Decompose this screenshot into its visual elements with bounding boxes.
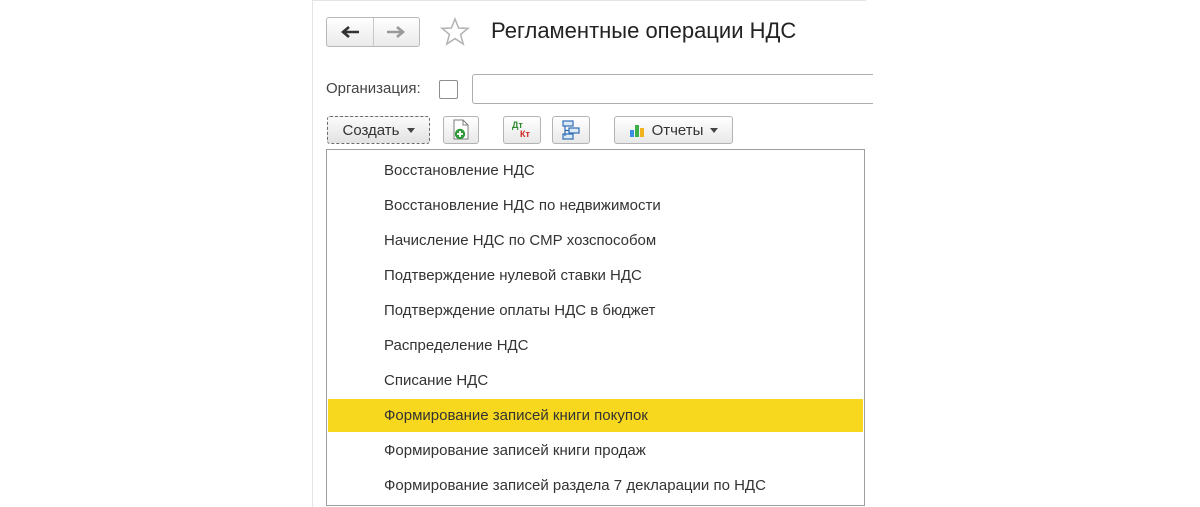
organization-label: Организация: [326, 80, 421, 97]
menu-item[interactable]: Распределение НДС [328, 329, 863, 362]
menu-item[interactable]: Восстановление НДС по недвижимости [328, 189, 863, 222]
create-document-button[interactable] [443, 116, 479, 144]
star-icon[interactable] [440, 17, 470, 47]
menu-item[interactable]: Формирование записей раздела 7 деклараци… [328, 469, 863, 502]
menu-item-highlighted[interactable]: Формирование записей книги покупок [328, 399, 863, 432]
page-title: Регламентные операции НДС [491, 18, 797, 43]
new-document-icon [453, 119, 469, 140]
bar-chart-icon [629, 125, 644, 137]
create-dropdown-menu: Восстановление НДС Восстановление НДС по… [326, 149, 865, 506]
create-button[interactable]: Создать [327, 116, 430, 144]
reports-button[interactable]: Отчеты [614, 116, 733, 144]
create-button-label: Создать [342, 121, 400, 139]
dt-kt-button[interactable]: Дт Кт [503, 116, 541, 144]
menu-item[interactable]: Восстановление НДС [328, 154, 863, 187]
chevron-down-icon [406, 127, 415, 133]
menu-item[interactable]: Подтверждение оплаты НДС в бюджет [328, 294, 863, 327]
forward-button[interactable] [372, 18, 420, 46]
back-button[interactable] [327, 18, 373, 46]
menu-item[interactable]: Списание НДС [328, 364, 863, 397]
arrow-left-icon [340, 26, 359, 38]
organization-input[interactable] [472, 74, 873, 104]
navigation-buttons [326, 17, 420, 47]
dt-kt-icon: Дт Кт [510, 120, 534, 140]
arrow-right-icon [387, 26, 406, 38]
chevron-down-icon [710, 127, 719, 133]
kt-label: Кт [520, 129, 530, 139]
menu-item[interactable]: Начисление НДС по СМР хозспособом [328, 224, 863, 257]
reports-button-label: Отчеты [651, 121, 704, 139]
organization-checkbox[interactable] [439, 80, 458, 99]
menu-item[interactable]: Формирование записей книги продаж [328, 434, 863, 467]
menu-item[interactable]: Подтверждение нулевой ставки НДС [328, 259, 863, 292]
structure-icon [562, 120, 580, 140]
structure-button[interactable] [552, 116, 590, 144]
